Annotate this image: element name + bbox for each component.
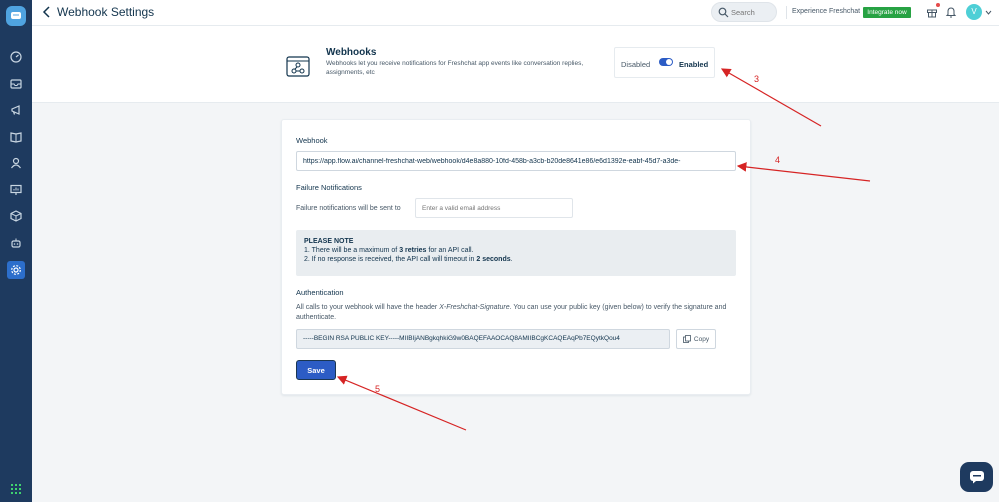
contacts-icon[interactable] xyxy=(7,154,25,172)
copy-label: Copy xyxy=(693,335,710,343)
annotation-3: 3 xyxy=(754,74,760,84)
search-box[interactable] xyxy=(711,2,777,22)
webhook-label: Webhook xyxy=(296,136,328,145)
experience-freshchat-link[interactable]: Experience Freshchat xyxy=(792,8,860,15)
logo-icon[interactable] xyxy=(6,6,26,26)
dashboard-icon[interactable] xyxy=(7,48,25,66)
top-header: Webhook Settings Experience Freshchat In… xyxy=(32,0,999,26)
note-title: PLEASE NOTE xyxy=(304,238,354,245)
search-icon xyxy=(718,7,729,18)
chat-icon xyxy=(969,471,984,484)
bot-icon[interactable] xyxy=(7,234,25,252)
page-title: Webhook Settings xyxy=(57,5,155,19)
settings-icon[interactable] xyxy=(7,261,25,279)
public-key-field: -----BEGIN RSA PUBLIC KEY-----MIIBIjANBg… xyxy=(296,329,670,349)
authentication-description: All calls to your webhook will have the … xyxy=(296,304,727,321)
note-box: PLEASE NOTE 1. There will be a maximum o… xyxy=(296,230,736,276)
email-field[interactable] xyxy=(415,198,573,218)
save-button[interactable]: Save xyxy=(296,360,336,380)
webhook-settings-card: Webhook Failure Notifications Failure no… xyxy=(281,119,751,395)
banner-description: Webhooks let you receive notifications f… xyxy=(326,60,584,76)
webhook-url-input[interactable] xyxy=(296,151,736,171)
annotation-5: 5 xyxy=(375,384,381,394)
reports-icon[interactable] xyxy=(7,181,25,199)
integrate-now-button[interactable]: Integrate now xyxy=(863,7,911,18)
toggle-disabled-label: Disabled xyxy=(621,60,651,69)
note-line-2: 2. If no response is received, the API c… xyxy=(304,256,513,263)
arrow-4 xyxy=(736,162,871,182)
inbox-icon[interactable] xyxy=(7,75,25,93)
failure-notifications-label: Failure Notifications xyxy=(296,183,362,192)
campaigns-icon[interactable] xyxy=(7,101,25,119)
back-arrow-icon[interactable] xyxy=(40,5,54,19)
apps-icon[interactable] xyxy=(7,207,25,225)
knowledge-icon[interactable] xyxy=(7,128,25,146)
search-input[interactable] xyxy=(731,6,775,18)
chevron-down-icon[interactable] xyxy=(985,9,992,16)
grid-icon[interactable] xyxy=(7,480,25,498)
webhook-toggle[interactable] xyxy=(659,58,673,66)
annotation-4: 4 xyxy=(775,155,781,165)
banner-title: Webhooks xyxy=(326,47,377,58)
gift-icon[interactable] xyxy=(926,6,938,18)
authentication-label: Authentication xyxy=(296,288,344,297)
copy-icon xyxy=(683,335,691,343)
toggle-enabled-label: Enabled xyxy=(679,60,709,69)
avatar[interactable]: V xyxy=(966,4,982,20)
note-line-1: 1. There will be a maximum of 3 retries … xyxy=(304,247,474,254)
notification-dot xyxy=(936,3,940,7)
webhook-icon xyxy=(286,56,310,77)
webhooks-banner: Webhooks Webhooks let you receive notifi… xyxy=(32,26,999,103)
copy-button[interactable]: Copy xyxy=(676,329,716,349)
header-divider xyxy=(786,6,787,19)
failure-sub-label: Failure notifications will be sent to xyxy=(296,205,401,212)
webhook-toggle-box: Disabled Enabled xyxy=(614,47,715,78)
chat-widget[interactable] xyxy=(960,462,993,492)
toggle-knob xyxy=(666,59,672,65)
sidebar xyxy=(0,0,32,502)
bell-icon[interactable] xyxy=(945,6,957,18)
